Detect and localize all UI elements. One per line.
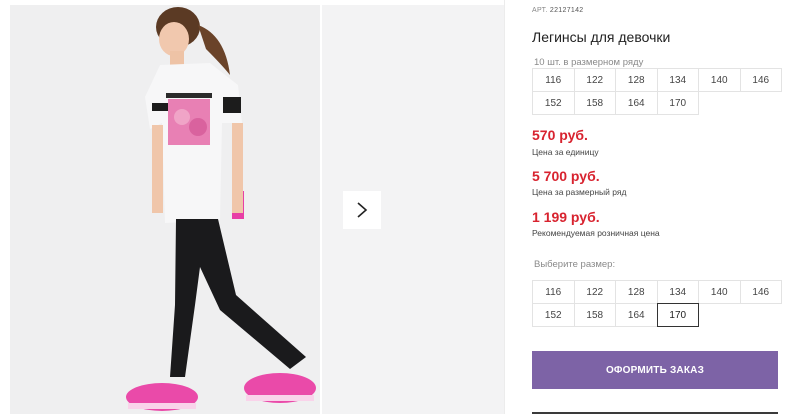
size-option-selected[interactable]: 170 — [656, 303, 699, 327]
pack-size: 146 — [739, 68, 782, 92]
pack-size-grid: 116 122 128 134 140 146 152 158 164 170 — [532, 68, 782, 115]
size-option[interactable]: 134 — [656, 280, 699, 304]
product-gallery — [0, 0, 505, 414]
size-option[interactable]: 152 — [532, 303, 575, 327]
size-option[interactable]: 128 — [615, 280, 658, 304]
pack-size: 152 — [532, 91, 575, 115]
size-option[interactable]: 158 — [573, 303, 616, 327]
chevron-right-icon — [357, 202, 368, 218]
pack-size: 170 — [656, 91, 699, 115]
article-value: 22127142 — [549, 7, 584, 14]
size-option[interactable]: 146 — [739, 280, 782, 304]
choose-size-label: Выберите размер: — [534, 259, 616, 270]
pack-price: 5 700 руб. — [532, 168, 600, 184]
size-option[interactable]: 140 — [698, 280, 741, 304]
unit-price-label: Цена за единицу — [532, 147, 599, 157]
product-title: Легинсы для девочки — [532, 29, 671, 45]
place-order-button[interactable]: ОФОРМИТЬ ЗАКАЗ — [532, 351, 778, 389]
size-option[interactable]: 164 — [615, 303, 658, 327]
pack-hint: 10 шт. в размерном ряду — [534, 57, 644, 68]
pack-price-label: Цена за размерный ряд — [532, 187, 627, 197]
panel-divider — [504, 0, 505, 414]
article-label: АРТ. — [532, 7, 548, 14]
pack-size: 128 — [615, 68, 658, 92]
product-photo — [10, 5, 320, 414]
girl-illustration — [126, 7, 316, 411]
size-option[interactable]: 122 — [573, 280, 616, 304]
pack-size: 164 — [615, 91, 658, 115]
retail-price: 1 199 руб. — [532, 209, 600, 225]
pack-size: 122 — [573, 68, 616, 92]
unit-price: 570 руб. — [532, 127, 588, 143]
pack-size: 140 — [698, 68, 741, 92]
pack-size: 116 — [532, 68, 575, 92]
pack-size: 158 — [573, 91, 616, 115]
retail-price-label: Рекомендуемая розничная цена — [532, 228, 660, 238]
gallery-next-button[interactable] — [343, 191, 381, 229]
size-selector: 116 122 128 134 140 146 152 158 164 170 — [532, 280, 782, 327]
article-number: АРТ. 22127142 — [532, 7, 583, 14]
size-option[interactable]: 116 — [532, 280, 575, 304]
pack-size: 134 — [656, 68, 699, 92]
product-info: АРТ. 22127142 Легинсы для девочки 10 шт.… — [532, 0, 782, 414]
